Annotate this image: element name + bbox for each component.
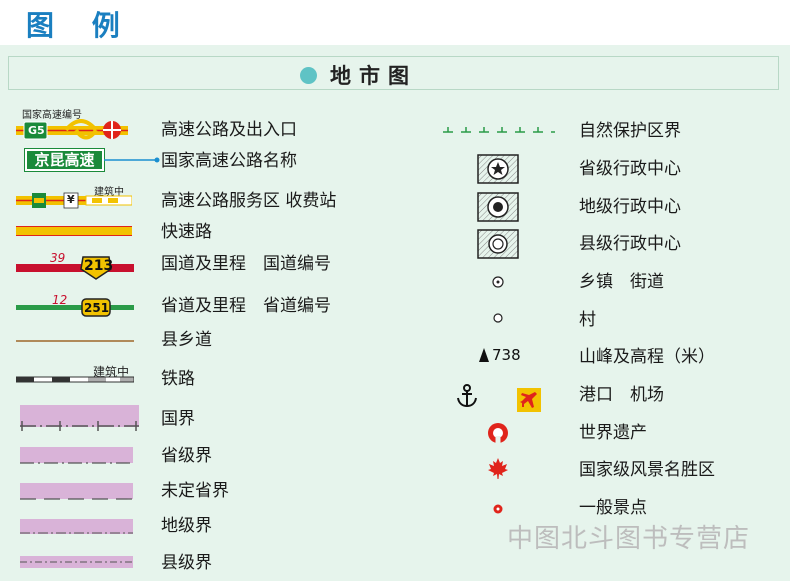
village-icon bbox=[493, 313, 503, 323]
legend-label-provincial-boundary: 省级界 bbox=[161, 446, 212, 466]
legend-label-provincial-center: 省级行政中心 bbox=[579, 159, 681, 179]
legend-label-undetermined-boundary: 未定省界 bbox=[161, 481, 229, 501]
expressway-code: G5 bbox=[28, 124, 45, 137]
township-icon bbox=[492, 276, 504, 288]
national-boundary-symbol bbox=[20, 421, 139, 431]
railway-symbol bbox=[16, 376, 134, 383]
peak-elevation: 738 bbox=[492, 346, 521, 364]
nature-reserve-boundary-symbol bbox=[443, 127, 555, 133]
legend-label-provincial-road: 省道及里程 省道编号 bbox=[161, 296, 331, 316]
legend-label-world-heritage: 世界遗产 bbox=[579, 423, 647, 443]
county-boundary-symbol bbox=[20, 561, 133, 563]
legend-label-prefecture-boundary: 地级界 bbox=[161, 516, 212, 536]
world-heritage-icon bbox=[488, 423, 508, 445]
scenic-spot-icon bbox=[493, 504, 503, 514]
page-title: 图 例 bbox=[26, 9, 134, 42]
legend-label-national-road: 国道及里程 国道编号 bbox=[161, 254, 331, 274]
anchor-icon bbox=[457, 384, 477, 408]
legend-label-scenic-spot: 一般景点 bbox=[579, 498, 647, 518]
provincial-road-symbol bbox=[16, 298, 134, 317]
prefecture-boundary-symbol bbox=[20, 532, 133, 534]
legend-label-village: 村 bbox=[579, 310, 596, 330]
expressway-name-text: 京昆高速 bbox=[34, 151, 95, 169]
legend-label-expressway: 高速公路及出入口 bbox=[161, 120, 297, 140]
fast-road-symbol bbox=[16, 226, 132, 236]
legend-label-railway: 铁路 bbox=[161, 369, 195, 389]
national-road-number: 213 bbox=[84, 258, 114, 274]
legend-label-prefecture-center: 地级行政中心 bbox=[579, 197, 681, 217]
shop-watermark: 中图北斗图书专营店 bbox=[507, 524, 751, 554]
legend-label-port-airport: 港口 机场 bbox=[579, 385, 664, 405]
section-title: 地市图 bbox=[330, 63, 417, 88]
provincial-center-icon bbox=[477, 154, 519, 184]
provincial-road-number: 251 bbox=[84, 301, 110, 315]
prefecture-center-icon bbox=[477, 192, 519, 222]
banner-dot-icon bbox=[300, 67, 317, 84]
legend-label-service-area: 高速公路服务区 收费站 bbox=[161, 191, 337, 211]
county-road-symbol bbox=[16, 340, 134, 342]
undetermined-boundary-symbol bbox=[20, 498, 133, 500]
airport-icon bbox=[517, 388, 541, 412]
leader-line bbox=[104, 157, 160, 163]
national-road-symbol bbox=[16, 256, 134, 280]
expressway-name-sign: 京昆高速 bbox=[24, 148, 105, 172]
provincial-boundary-symbol bbox=[20, 462, 133, 464]
legend-label-county-boundary: 县级界 bbox=[161, 553, 212, 573]
legend-label-county-road: 县乡道 bbox=[161, 330, 212, 350]
legend-label-township: 乡镇 街道 bbox=[579, 272, 664, 292]
legend-label-nature-reserve: 自然保护区界 bbox=[579, 121, 681, 141]
mountain-peak-icon bbox=[479, 348, 489, 362]
legend-label-national-scenic-area: 国家级风景名胜区 bbox=[579, 460, 715, 480]
maple-leaf-icon bbox=[488, 458, 508, 479]
legend-label-county-center: 县级行政中心 bbox=[579, 234, 681, 254]
legend-label-national-boundary: 国界 bbox=[161, 409, 195, 429]
legend-label-fast-road: 快速路 bbox=[161, 222, 212, 242]
legend-label-expressway-name: 国家高速公路名称 bbox=[161, 151, 297, 171]
legend-label-mountain-peak: 山峰及高程（米） bbox=[579, 347, 715, 367]
county-center-icon bbox=[477, 229, 519, 259]
toll-glyph: ¥ bbox=[67, 193, 75, 206]
